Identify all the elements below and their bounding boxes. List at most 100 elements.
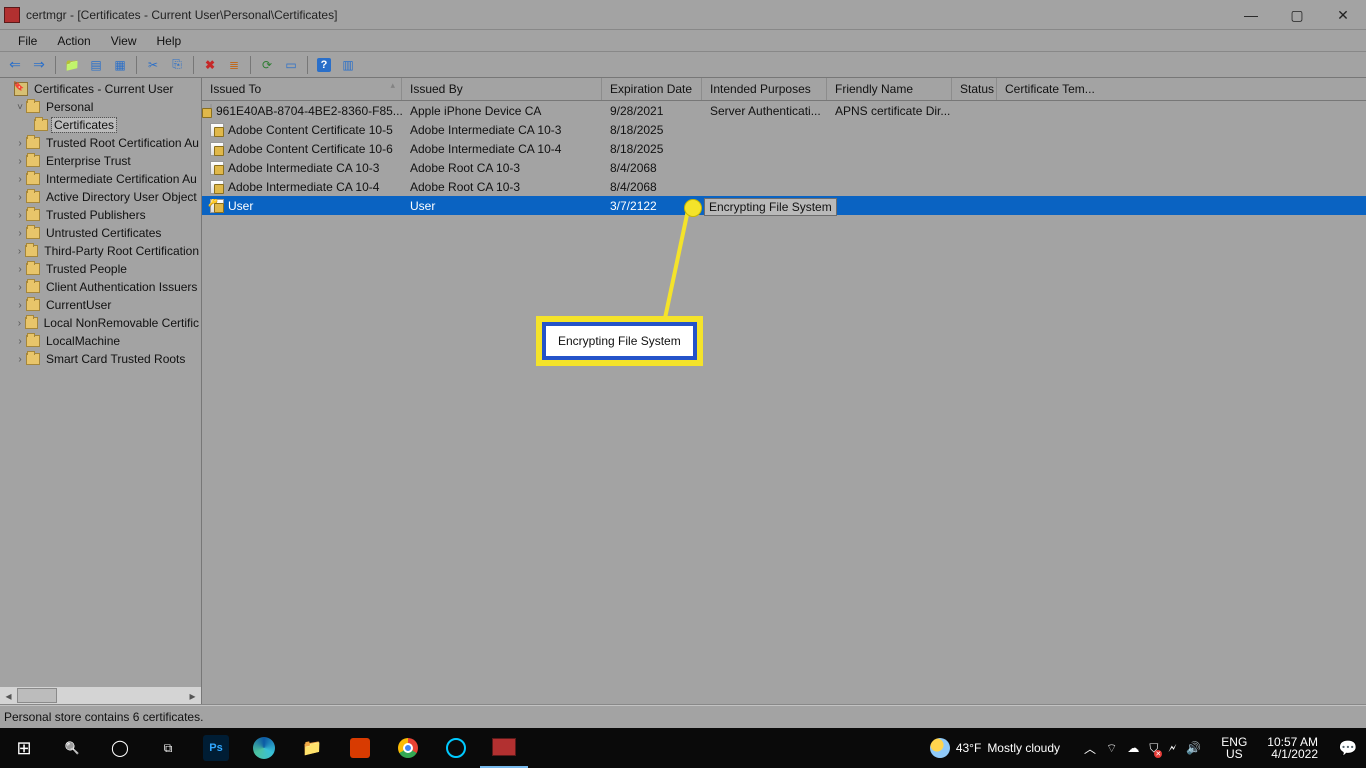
menu-view[interactable]: View	[101, 32, 147, 50]
col-purposes[interactable]: Intended Purposes	[702, 78, 827, 100]
expand-icon[interactable]: ›	[14, 282, 26, 293]
taskview-button[interactable]	[144, 728, 192, 768]
tree-item[interactable]: ›CurrentUser	[0, 296, 201, 314]
weather-widget[interactable]: 43°F Mostly cloudy	[920, 738, 1070, 758]
tree-item[interactable]: ›Client Authentication Issuers	[0, 278, 201, 296]
notification-icon: 💬	[1339, 739, 1358, 757]
show-tree-button[interactable]	[85, 54, 107, 76]
taskbar-app-edge[interactable]	[240, 728, 288, 768]
refresh-button[interactable]	[256, 54, 278, 76]
list-header: Issued To Issued By Expiration Date Inte…	[202, 78, 1366, 101]
tree-item-certificates[interactable]: Certificates	[0, 116, 201, 134]
certificate-icon	[210, 180, 224, 194]
minimize-button[interactable]: —	[1228, 0, 1274, 30]
list-button[interactable]	[223, 54, 245, 76]
cortana-button[interactable]	[96, 728, 144, 768]
expand-icon[interactable]: ›	[14, 192, 26, 203]
table-row[interactable]: Adobe Intermediate CA 10-3Adobe Root CA …	[202, 158, 1366, 177]
tree-item[interactable]: ›Trusted Root Certification Au	[0, 134, 201, 152]
security-icon[interactable]: ⛉✕	[1149, 741, 1158, 756]
onedrive-icon[interactable]: ☁	[1127, 741, 1139, 755]
collapse-icon[interactable]: ˅	[14, 102, 26, 113]
start-button[interactable]	[0, 728, 48, 768]
expand-icon[interactable]: ›	[14, 318, 25, 329]
copy-button[interactable]	[166, 54, 188, 76]
table-row[interactable]: 961E40AB-8704-4BE2-8360-F85...Apple iPho…	[202, 101, 1366, 120]
tree-item[interactable]: ›Smart Card Trusted Roots	[0, 350, 201, 368]
callout-text: Encrypting File System	[558, 334, 681, 348]
clock[interactable]: 10:57 AM 4/1/2022	[1259, 736, 1326, 760]
tree-item[interactable]: › Active Directory User Object	[0, 188, 201, 206]
cut-button[interactable]	[142, 54, 164, 76]
folder-icon	[26, 101, 40, 113]
tree-item[interactable]: ›LocalMachine	[0, 332, 201, 350]
table-row[interactable]: Adobe Intermediate CA 10-4Adobe Root CA …	[202, 177, 1366, 196]
expand-icon[interactable]: ›	[14, 246, 25, 257]
search-icon	[65, 741, 80, 755]
table-row[interactable]: Adobe Content Certificate 10-5Adobe Inte…	[202, 120, 1366, 139]
tree-horizontal-scrollbar[interactable]: ◂ ▸	[0, 687, 201, 704]
wifi-icon[interactable]: ⌔	[1106, 741, 1117, 756]
tree-item[interactable]: ›Trusted People	[0, 260, 201, 278]
table-row[interactable]: Adobe Content Certificate 10-6Adobe Inte…	[202, 139, 1366, 158]
scroll-right-button[interactable]: ▸	[184, 687, 201, 704]
taskbar-app-office[interactable]	[336, 728, 384, 768]
expand-icon[interactable]: ›	[14, 138, 26, 149]
expand-icon[interactable]: ›	[14, 174, 26, 185]
tree-root[interactable]: Certificates - Current User	[0, 80, 201, 98]
expand-icon[interactable]: ›	[14, 300, 26, 311]
tree-item[interactable]: ›Enterprise Trust	[0, 152, 201, 170]
volume-icon[interactable]: 🔊	[1186, 741, 1201, 755]
tree-item[interactable]: ›Trusted Publishers	[0, 206, 201, 224]
export-button[interactable]	[280, 54, 302, 76]
col-issued-to[interactable]: Issued To	[202, 78, 402, 100]
language-indicator[interactable]: ENG US	[1215, 736, 1253, 760]
tree-item[interactable]: ›Untrusted Certificates	[0, 224, 201, 242]
tree-item-personal[interactable]: ˅ Personal	[0, 98, 201, 116]
maximize-button[interactable]: ▢	[1274, 0, 1320, 30]
help-button[interactable]	[313, 54, 335, 76]
tree-item[interactable]: ›Intermediate Certification Au	[0, 170, 201, 188]
up-button[interactable]	[61, 54, 83, 76]
battery-icon[interactable]: 🗲	[1168, 741, 1176, 756]
search-button[interactable]	[48, 728, 96, 768]
tree-label: Active Directory User Object	[44, 190, 199, 204]
menu-help[interactable]: Help	[147, 32, 192, 50]
col-issued-by[interactable]: Issued By	[402, 78, 602, 100]
cell-issued-to: Adobe Content Certificate 10-5	[202, 123, 402, 137]
nav-forward-button[interactable]	[28, 54, 50, 76]
tooltip: Encrypting File System	[704, 198, 837, 216]
taskbar-app-alexa[interactable]	[432, 728, 480, 768]
expand-icon[interactable]: ›	[14, 336, 26, 347]
menu-file[interactable]: File	[8, 32, 47, 50]
taskbar-app-explorer[interactable]	[288, 728, 336, 768]
view-button[interactable]	[337, 54, 359, 76]
tree-item[interactable]: ›Third-Party Root Certification	[0, 242, 201, 260]
cell-issued-by: Apple iPhone Device CA	[402, 104, 602, 118]
cell-issued-by: Adobe Intermediate CA 10-4	[402, 142, 602, 156]
cell-issued-to: Adobe Content Certificate 10-6	[202, 142, 402, 156]
taskbar-app-chrome[interactable]	[384, 728, 432, 768]
action-center-button[interactable]: 💬	[1332, 739, 1364, 757]
taskbar-app-certmgr[interactable]	[480, 728, 528, 768]
col-status[interactable]: Status	[952, 78, 997, 100]
tree-item[interactable]: ›Local NonRemovable Certific	[0, 314, 201, 332]
expand-icon[interactable]: ›	[14, 228, 26, 239]
taskbar-app-photoshop[interactable]: Ps	[192, 728, 240, 768]
scroll-thumb[interactable]	[17, 688, 57, 703]
expand-icon[interactable]: ›	[14, 354, 26, 365]
expand-icon[interactable]: ›	[14, 264, 26, 275]
system-tray[interactable]: ︿ ⌔ ☁ ⛉✕ 🗲 🔊	[1076, 740, 1209, 757]
col-template[interactable]: Certificate Tem...	[997, 78, 1097, 100]
delete-button[interactable]	[199, 54, 221, 76]
close-button[interactable]: ✕	[1320, 0, 1366, 30]
nav-back-button[interactable]	[4, 54, 26, 76]
scroll-left-button[interactable]: ◂	[0, 687, 17, 704]
expand-icon[interactable]: ›	[14, 156, 26, 167]
col-friendly[interactable]: Friendly Name	[827, 78, 952, 100]
tray-chevron-up-icon[interactable]: ︿	[1084, 740, 1096, 757]
expand-icon[interactable]: ›	[14, 210, 26, 221]
col-expiration[interactable]: Expiration Date	[602, 78, 702, 100]
properties-button[interactable]	[109, 54, 131, 76]
menu-action[interactable]: Action	[47, 32, 100, 50]
